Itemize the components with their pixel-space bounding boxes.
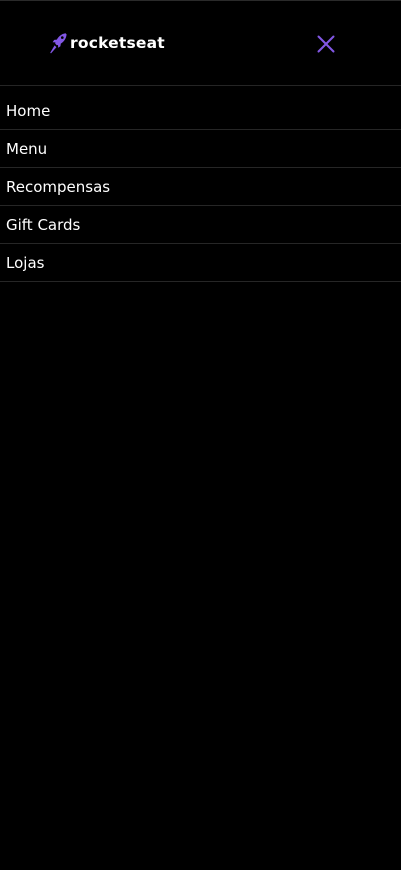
nav-item-label: Recompensas: [6, 178, 111, 196]
menu-header: rocketseat: [0, 2, 401, 86]
close-menu-button[interactable]: [313, 31, 339, 57]
nav-item-label: Menu: [6, 140, 48, 158]
nav-item-label: Lojas: [6, 254, 45, 272]
nav-item-label: Home: [6, 101, 51, 120]
main-navigation: Home Menu Recompensas Gift Cards Lojas: [0, 91, 401, 282]
rocket-icon: [50, 33, 67, 54]
nav-item-lojas[interactable]: Lojas: [0, 244, 401, 282]
nav-item-menu[interactable]: Menu: [0, 130, 401, 168]
logo-wordmark: rocketseat: [70, 34, 165, 52]
nav-item-gift-cards[interactable]: Gift Cards: [0, 206, 401, 244]
close-icon: [317, 35, 335, 53]
mobile-menu-screen: rocketseat Home Menu Recompensas Gift Ca…: [0, 0, 401, 870]
nav-item-label: Gift Cards: [6, 216, 81, 234]
nav-item-home[interactable]: Home: [0, 91, 401, 130]
nav-item-recompensas[interactable]: Recompensas: [0, 168, 401, 206]
rocketseat-logo[interactable]: rocketseat: [49, 31, 165, 55]
